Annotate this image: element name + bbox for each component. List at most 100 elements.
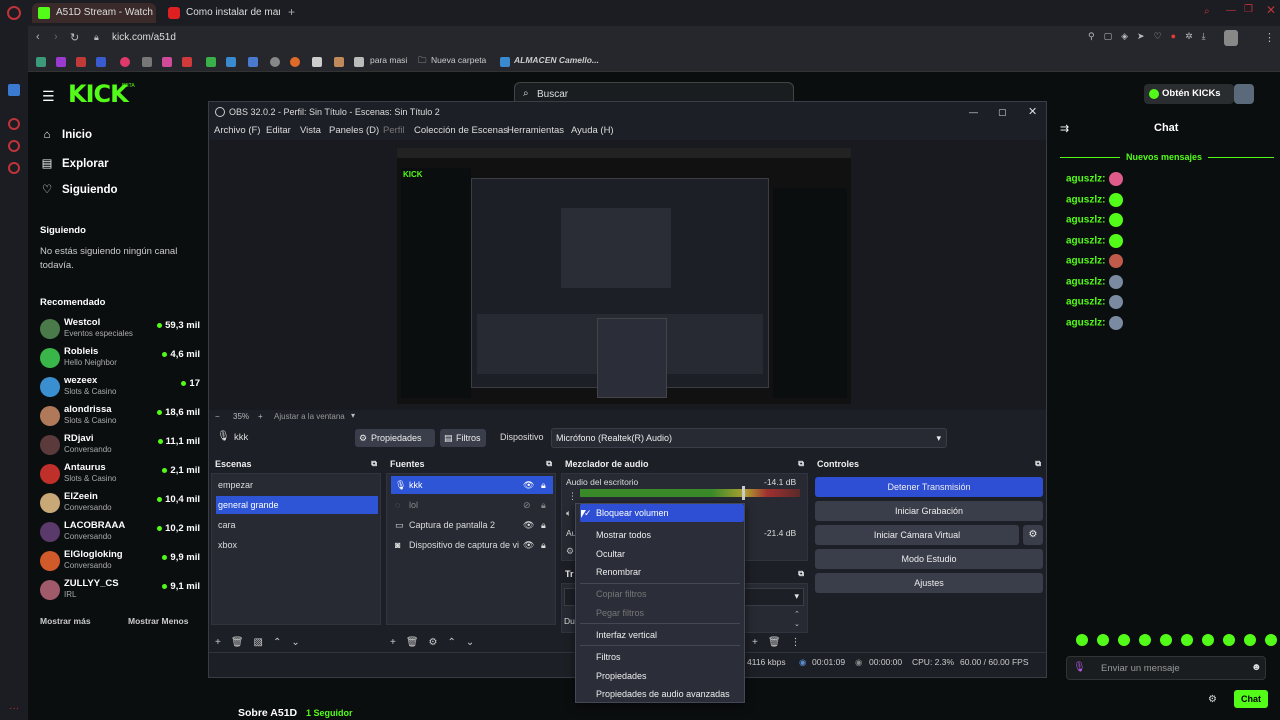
bookmark-icon[interactable]: [142, 57, 152, 67]
eye-icon[interactable]: 👁︎: [523, 516, 534, 534]
menu-icon[interactable]: ⋮: [1264, 31, 1275, 44]
eye-icon[interactable]: 👁︎: [523, 476, 534, 494]
source-item[interactable]: ◙ Dispositivo de captura de vi 👁︎ 🔒︎: [391, 536, 553, 554]
menu-perfil[interactable]: Perfil: [383, 125, 405, 136]
scene-filters-icon[interactable]: ▧: [254, 637, 263, 648]
scene-item[interactable]: empezar: [216, 476, 378, 494]
bookmark-nueva-carpeta[interactable]: Nueva carpeta: [431, 55, 486, 65]
chat-input[interactable]: 🎙︎ Enviar un mensaje ☻: [1066, 656, 1266, 680]
recommended-channel[interactable]: RDjavi Conversando 11,1 mil: [40, 432, 210, 460]
menu-item-propiedades-audio[interactable]: Propiedades de audio avanzadas: [596, 689, 730, 699]
recommended-channel[interactable]: Westcol Eventos especiales 59,3 mil: [40, 316, 210, 344]
emote-icon[interactable]: [1118, 634, 1130, 646]
stop-streaming-button[interactable]: Detener Transmisión: [815, 477, 1043, 497]
user-avatar[interactable]: [1234, 84, 1254, 104]
bookmark-para-masi[interactable]: para masi: [370, 55, 407, 65]
heart-icon[interactable]: ♡: [1154, 31, 1162, 45]
undock-icon[interactable]: ⧉: [798, 457, 804, 471]
source-properties-icon[interactable]: ⚙: [429, 637, 438, 648]
spin-down-icon[interactable]: ⌄: [794, 620, 800, 628]
menu-item-bloquear-volumen[interactable]: Bloquear volumen: [596, 508, 669, 518]
stream-preview[interactable]: KICK: [397, 148, 851, 404]
bookmark-icon[interactable]: [270, 57, 280, 67]
fit-to-window[interactable]: Ajustar a la ventana: [274, 412, 345, 421]
menu-archivo[interactable]: Archivo (F): [214, 125, 260, 136]
collapse-chat-icon[interactable]: ⇉: [1060, 122, 1069, 135]
minimize-icon[interactable]: —: [1226, 5, 1236, 16]
add-scene-icon[interactable]: +: [215, 637, 221, 648]
menu-item-mostrar-todos[interactable]: Mostrar todos: [596, 530, 651, 540]
scene-item-selected[interactable]: general grande: [216, 496, 378, 514]
chat-username[interactable]: aguszlz:: [1066, 235, 1105, 246]
virtual-camera-settings-icon[interactable]: ⚙: [1023, 525, 1043, 545]
bookmark-almacen[interactable]: ALMACEN Camello...: [514, 55, 599, 65]
add-transition-icon[interactable]: +: [752, 637, 758, 648]
delete-scene-icon[interactable]: 🗑︎: [231, 637, 244, 648]
bookmark-icon[interactable]: [290, 57, 300, 67]
chat-username[interactable]: aguszlz:: [1066, 256, 1105, 267]
source-item-selected[interactable]: 🎙︎ kkk 👁︎ 🔒︎: [391, 476, 553, 494]
lock-icon[interactable]: 🔒︎: [541, 476, 546, 494]
bookmark-icon[interactable]: [120, 57, 130, 67]
download-icon[interactable]: ⤓: [1202, 31, 1206, 45]
shield-icon[interactable]: ◈: [1121, 31, 1128, 45]
bookmark-icon[interactable]: [312, 57, 322, 67]
bookmark-icon[interactable]: [76, 57, 86, 67]
emote-icon[interactable]: [1265, 634, 1277, 646]
menu-ayuda[interactable]: Ayuda (H): [571, 125, 614, 136]
chat-username[interactable]: aguszlz:: [1066, 276, 1105, 287]
emote-icon[interactable]: [1223, 634, 1235, 646]
gear-icon[interactable]: ⚙: [566, 546, 574, 557]
spin-up-icon[interactable]: ⌃: [794, 610, 800, 618]
obten-kicks-button[interactable]: Obtén KICKs: [1144, 84, 1234, 104]
eye-icon[interactable]: 👁︎: [523, 536, 534, 554]
chat-username[interactable]: aguszlz:: [1066, 297, 1105, 308]
nav-explorar[interactable]: ▤ Explorar: [40, 156, 109, 170]
eye-hidden-icon[interactable]: ⊘: [523, 496, 531, 514]
back-icon[interactable]: ‹: [36, 31, 40, 43]
nav-inicio[interactable]: ⌂ Inicio: [40, 129, 93, 141]
chat-username[interactable]: aguszlz:: [1066, 174, 1105, 185]
bookmark-icon[interactable]: [206, 57, 216, 67]
move-up-icon[interactable]: ⌃: [448, 637, 456, 648]
maximize-icon[interactable]: ❐: [1244, 4, 1253, 15]
zoom-out-icon[interactable]: −: [215, 412, 220, 421]
recommended-channel[interactable]: alondrissa Slots & Casino 18,6 mil: [40, 403, 210, 431]
opera-logo-icon[interactable]: [7, 6, 21, 20]
recommended-channel[interactable]: ZULLYY_CS IRL 9,1 mil: [40, 577, 210, 605]
emote-icon[interactable]: [1181, 634, 1193, 646]
extensions-icon[interactable]: ✲: [1185, 31, 1193, 45]
move-down-icon[interactable]: ⌄: [291, 637, 299, 648]
add-source-icon[interactable]: +: [390, 637, 396, 648]
undock-icon[interactable]: ⧉: [371, 457, 377, 471]
menu-editar[interactable]: Editar: [266, 125, 291, 136]
undock-icon[interactable]: ⧉: [1035, 457, 1041, 471]
settings-icon[interactable]: [8, 162, 20, 174]
emoji-icon[interactable]: ☻: [1251, 662, 1262, 673]
scene-item[interactable]: cara: [216, 516, 378, 534]
forward-icon[interactable]: ›: [54, 31, 58, 43]
mixer-menu-icon[interactable]: ⋮: [568, 491, 577, 502]
menu-item-interfaz-vertical[interactable]: Interfaz vertical: [596, 630, 657, 640]
recommended-channel[interactable]: Antaurus Slots & Casino 2,1 mil: [40, 461, 210, 489]
show-less-link[interactable]: Mostrar Menos: [128, 616, 188, 626]
menu-item-pegar-filtros[interactable]: Pegar filtros: [596, 608, 644, 618]
volume-slider-handle[interactable]: [742, 486, 745, 500]
menu-coleccion[interactable]: Colección de Escenas: [414, 125, 508, 136]
recommended-channel[interactable]: wezeex Slots & Casino 17: [40, 374, 210, 402]
more-icon[interactable]: ⋮: [791, 637, 801, 648]
properties-button[interactable]: ⚙ Propiedades: [355, 429, 435, 447]
obs-close-icon[interactable]: ✕: [1028, 102, 1037, 122]
emote-icon[interactable]: [1160, 634, 1172, 646]
lock-icon[interactable]: 🔒︎: [541, 516, 546, 534]
menu-item-propiedades[interactable]: Propiedades: [596, 671, 647, 681]
undock-icon[interactable]: ⧉: [798, 567, 804, 581]
obs-maximize-icon[interactable]: ▢: [998, 102, 1007, 122]
start-virtual-camera-button[interactable]: Iniciar Cámara Virtual: [815, 525, 1019, 545]
tab-youtube[interactable]: Como instalar de manera: [162, 3, 280, 23]
bookmark-icon[interactable]: [334, 57, 344, 67]
search-tabs-icon[interactable]: ⌕: [1204, 6, 1210, 17]
kick-logo[interactable]: KICK: [68, 80, 129, 108]
hamburger-icon[interactable]: ☰: [42, 88, 55, 105]
app-icon[interactable]: [8, 84, 20, 96]
